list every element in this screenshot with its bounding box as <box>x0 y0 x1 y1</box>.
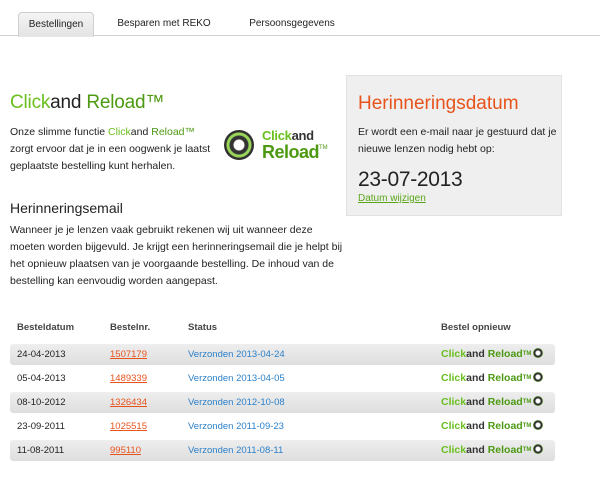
intro-text-click: Click <box>108 126 131 138</box>
order-date: 23-09-2011 <box>17 421 65 432</box>
intro-text: Onze slimme functie Clickand Reload™ zor… <box>10 124 215 175</box>
reorder-and: and <box>466 348 485 360</box>
header-status: Status <box>188 322 218 333</box>
reorder-and: and <box>466 396 485 408</box>
order-date: 11-08-2011 <box>17 445 65 456</box>
reorder-tm: TM <box>522 447 532 453</box>
reorder-button[interactable]: Clickand ReloadTM <box>441 416 544 437</box>
logo-word-reload: Reload <box>262 142 320 162</box>
click-and-reload-logo: Clickand Reload TM <box>224 124 330 166</box>
order-status-link[interactable]: Verzonden 2013-04-24 <box>188 344 285 365</box>
reload-icon <box>533 348 544 358</box>
table-row: 11-08-2011 995110 Verzonden 2011-08-11 C… <box>10 440 555 461</box>
header-bestel-opnieuw: Bestel opnieuw <box>441 322 511 333</box>
order-date: 08-10-2012 <box>17 397 66 408</box>
reorder-click: Click <box>441 348 467 360</box>
reorder-and: and <box>466 444 485 456</box>
header-bestelnr: Bestelnr. <box>110 322 151 333</box>
order-status-link[interactable]: Verzonden 2011-09-23 <box>188 416 284 437</box>
intro-text-before: Onze slimme functie <box>10 126 109 138</box>
table-row: 23-09-2011 1025515 Verzonden 2011-09-23 … <box>10 416 555 437</box>
reorder-button[interactable]: Clickand ReloadTM <box>441 392 544 413</box>
reminder-box: Herinneringsdatum Er wordt een e-mail na… <box>346 75 562 216</box>
reminder-text: Er wordt een e-mail naar je gestuurd dat… <box>358 126 557 155</box>
order-date: 24-04-2013 <box>17 349 66 360</box>
reorder-and: and <box>466 420 485 432</box>
reminder-date: 23-07-2013 <box>358 168 463 191</box>
table-row: 08-10-2012 1326434 Verzonden 2012-10-08 … <box>10 392 555 413</box>
reorder-reload: Reload <box>484 444 523 456</box>
order-status-link[interactable]: Verzonden 2013-04-05 <box>188 368 285 389</box>
title-click: Click <box>10 92 51 113</box>
table-row: 05-04-2013 1489339 Verzonden 2013-04-05 … <box>10 368 555 389</box>
intro-text-after: zorgt ervoor dat je in een oogwenk je la… <box>10 143 211 172</box>
reorder-button[interactable]: Clickand ReloadTM <box>441 368 544 389</box>
tab-besparen-met-reko[interactable]: Besparen met REKO <box>117 12 211 37</box>
order-status-link[interactable]: Verzonden 2012-10-08 <box>188 392 285 413</box>
reorder-reload: Reload <box>484 396 523 408</box>
reorder-button[interactable]: Clickand ReloadTM <box>441 440 544 461</box>
order-number-link[interactable]: 1025515 <box>110 416 147 437</box>
reorder-tm: TM <box>522 351 532 357</box>
email-text: Wanneer je je lenzen vaak gebruikt reken… <box>10 224 343 287</box>
reload-icon <box>533 420 544 430</box>
reorder-click: Click <box>441 444 467 456</box>
reorder-reload: Reload <box>484 420 523 432</box>
reminder-title: Herinneringsdatum <box>358 93 519 114</box>
reload-icon <box>533 444 544 454</box>
reorder-click: Click <box>441 396 467 408</box>
reorder-and: and <box>466 372 485 384</box>
order-number-link[interactable]: 1489339 <box>110 368 147 389</box>
reorder-tm: TM <box>522 423 532 429</box>
reorder-click: Click <box>441 372 467 384</box>
order-number-link[interactable]: 1326434 <box>110 392 147 413</box>
email-heading: Herinneringsemail <box>10 200 123 216</box>
tab-bar: Bestellingen Besparen met REKO Persoonsg… <box>0 0 600 37</box>
order-number-link[interactable]: 1507179 <box>110 344 147 365</box>
reorder-tm: TM <box>522 399 532 405</box>
orders-table-header: Besteldatum Bestelnr. Status Bestel opni… <box>10 322 555 336</box>
reorder-click: Click <box>441 420 467 432</box>
order-status-link[interactable]: Verzonden 2011-08-11 <box>188 440 283 461</box>
logo-click: Click <box>262 128 292 143</box>
reorder-reload: Reload <box>484 348 523 360</box>
intro-text-reload: Reload™ <box>148 126 196 138</box>
table-row: 24-04-2013 1507179 Verzonden 2013-04-24 … <box>10 344 555 365</box>
logo-word-click: Clickand <box>262 128 314 143</box>
lens-disc-icon <box>224 130 254 160</box>
reorder-button[interactable]: Clickand ReloadTM <box>441 344 544 365</box>
tab-persoonsgegevens[interactable]: Persoonsgegevens <box>240 12 344 37</box>
logo-tm: TM <box>319 145 328 151</box>
order-date: 05-04-2013 <box>17 373 66 384</box>
intro-text-and: and <box>130 126 149 138</box>
reload-icon <box>533 396 544 406</box>
title-reload: Reload™ <box>86 92 165 113</box>
tab-bestellingen[interactable]: Bestellingen <box>18 12 94 37</box>
reorder-tm: TM <box>522 375 532 381</box>
reorder-reload: Reload <box>484 372 523 384</box>
title-and: and <box>50 92 82 113</box>
reload-icon <box>533 372 544 382</box>
order-number-link[interactable]: 995110 <box>110 440 141 461</box>
logo-and: and <box>291 128 315 143</box>
change-date-link[interactable]: Datum wijzigen <box>358 193 426 204</box>
click-and-reload-title: Clickand Reload™ <box>10 92 164 114</box>
header-besteldatum: Besteldatum <box>17 322 75 333</box>
